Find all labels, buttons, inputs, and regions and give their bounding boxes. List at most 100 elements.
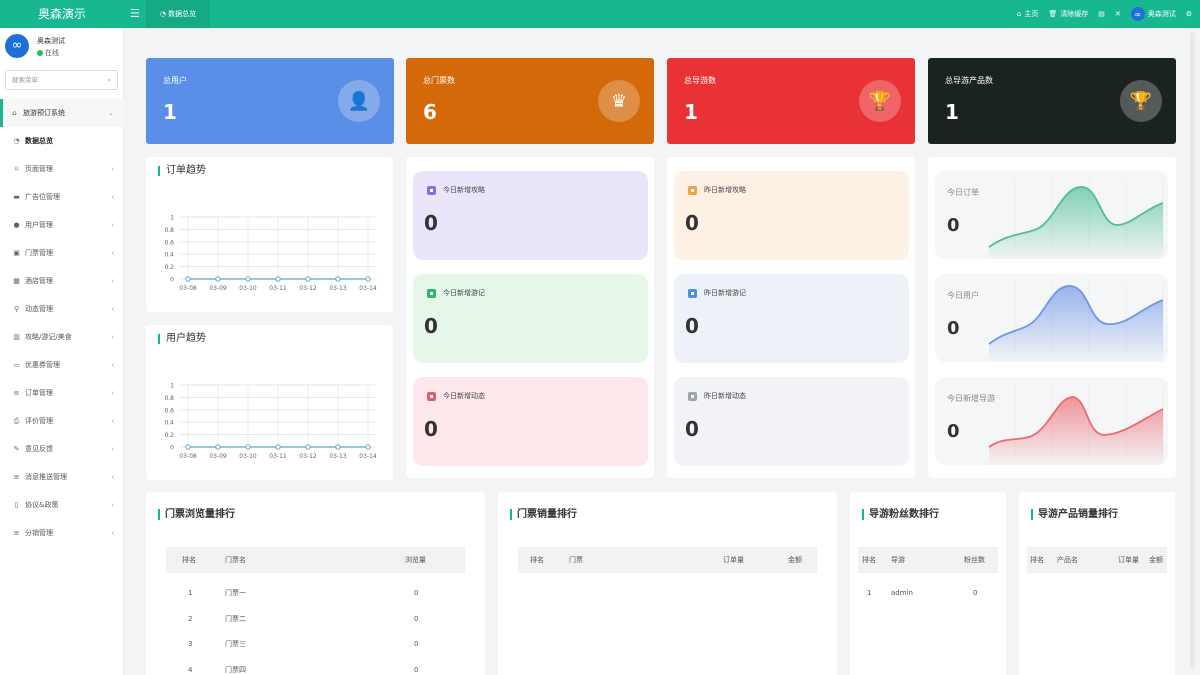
- fullscreen-icon: ✕: [1114, 10, 1121, 18]
- metric-label: 昨日新增攻略: [704, 186, 746, 194]
- metric-title: ▪ 今日新增攻略: [427, 185, 485, 195]
- fullscreen-button[interactable]: ✕: [1115, 10, 1121, 18]
- sidebar-item[interactable]: ≡ 消息推送管理 ‹: [0, 463, 124, 491]
- panel-title: 订单趋势: [158, 166, 206, 176]
- sidebar-item[interactable]: ⎙ 评价管理 ‹: [0, 407, 124, 435]
- sidebar-item-label: 数据总览: [25, 137, 53, 145]
- sidebar-item-label: 攻略/游记/美食: [25, 333, 72, 341]
- header-rank: 排名: [182, 556, 196, 564]
- page-scrollbar[interactable]: [1190, 32, 1195, 668]
- user-icon: ●: [13, 221, 20, 229]
- feather-icon: ✎: [13, 445, 20, 453]
- metric-icon: ▪: [688, 185, 697, 195]
- sidebar-item[interactable]: ▣ 门票管理 ‹: [0, 239, 124, 267]
- data-point: [305, 444, 311, 450]
- table-header: 排名 门票名 浏览量: [166, 547, 465, 573]
- x-tick-label: 03-11: [269, 285, 287, 292]
- sidebar-item[interactable]: ✎ 意见反馈 ‹: [0, 435, 124, 463]
- stat-label: 总导游产品数: [945, 76, 993, 85]
- data-point: [365, 276, 371, 282]
- sidebar-item-label: 意见反馈: [25, 445, 53, 453]
- sidebar-item-label: 评价管理: [25, 417, 53, 425]
- metric-card: ▪ 今日新增攻略 0: [413, 171, 648, 260]
- table-row[interactable]: 4 门票四 0: [166, 657, 465, 675]
- header-rank: 排名: [862, 556, 876, 564]
- online-dot-icon: [37, 50, 43, 56]
- user-status: 在线: [37, 48, 59, 58]
- home-link[interactable]: ⌂ 主页: [1017, 9, 1038, 19]
- table-title: 门票浏览量排行: [158, 509, 235, 520]
- search-input[interactable]: 搜索菜单 ⌕: [5, 70, 118, 90]
- ticket-icon: ▣: [13, 249, 20, 257]
- header-product: 产品名: [1057, 556, 1078, 564]
- stat-label: 总门票数: [423, 76, 455, 85]
- clear-cache-button[interactable]: 🗑 清除缓存: [1048, 9, 1088, 19]
- header-fans: 粉丝数: [964, 556, 985, 564]
- metric-label: 昨日新增动态: [704, 392, 746, 400]
- user-trend-panel: 用户趋势 0 0.2 0.4 0.6 0.8 1 03-08 03-09 03-10 03-11 0…: [146, 325, 393, 480]
- sidebar-item[interactable]: ▭ 优惠券管理 ‹: [0, 351, 124, 379]
- sidebar-item-label: 优惠券管理: [25, 361, 60, 369]
- header-views: 浏览量: [405, 556, 426, 564]
- sidebar-nav: ⌂ 旅游预订系统 ⌄ ◔ 数据总览 ⌑ 页面管理 ‹ ▬ 广告位管理 ‹ ● 用户管理 ‹ ▣ 门票管理…: [0, 99, 124, 547]
- tab-dashboard[interactable]: ◔ 数据总览: [146, 0, 210, 28]
- cell-rank: 1: [867, 589, 872, 597]
- sparkline-chart: [988, 179, 1164, 259]
- table-row[interactable]: 3 门票三 0: [166, 631, 465, 657]
- sidebar-item[interactable]: ▥ 攻略/游记/美食 ‹: [0, 323, 124, 351]
- brand-logo[interactable]: 奥森演示: [0, 0, 124, 28]
- metric-icon: ▪: [688, 391, 697, 401]
- user-icon: 👤: [338, 80, 380, 122]
- cell-ticket-name: 门票四: [225, 665, 246, 674]
- chevron-left-icon: ‹: [111, 361, 114, 369]
- user-panel: ∞ 奥森测试 在线: [5, 34, 120, 60]
- sidebar-item[interactable]: ≡ 订单管理 ‹: [0, 379, 124, 407]
- table-row[interactable]: 2 门票二 0: [166, 606, 465, 632]
- metric-label: 昨日新增游记: [704, 289, 746, 297]
- data-point: [275, 444, 281, 450]
- crown-icon: ♛: [598, 80, 640, 122]
- settings-button[interactable]: ⚙: [1186, 10, 1192, 18]
- sidebar-item[interactable]: ⌑ 页面管理 ‹: [0, 155, 124, 183]
- sidebar-item[interactable]: ◔ 数据总览: [0, 127, 124, 155]
- metric-icon: ▪: [688, 288, 697, 298]
- x-tick-label: 03-12: [299, 453, 317, 460]
- chevron-left-icon: ‹: [111, 249, 114, 257]
- metric-title: ▪ 昨日新增动态: [688, 391, 746, 401]
- stat-value: 1: [684, 100, 698, 124]
- cell-rank: 2: [188, 614, 193, 623]
- sparkline-card: 今日订单 0: [935, 171, 1168, 259]
- stat-card: 总门票数 6 ♛: [406, 58, 654, 144]
- cell-rank: 1: [188, 589, 193, 597]
- building-icon: ▦: [13, 277, 20, 285]
- x-tick-label: 03-09: [209, 453, 227, 460]
- x-tick-label: 03-13: [329, 285, 347, 292]
- chevron-left-icon: ‹: [111, 165, 114, 173]
- metric-icon: ▪: [427, 185, 436, 195]
- sidebar-item[interactable]: ▦ 酒店管理 ‹: [0, 267, 124, 295]
- user-menu[interactable]: ∞ 奥森测试: [1130, 7, 1176, 21]
- sparkline-chart: [988, 385, 1164, 465]
- cell-rank: 3: [188, 640, 193, 649]
- data-point: [335, 276, 341, 282]
- sidebar-item[interactable]: ≡ 分销管理 ‹: [0, 519, 124, 547]
- metric-icon: ▪: [427, 391, 436, 401]
- table-row[interactable]: 1 admin 0: [858, 580, 998, 606]
- sidebar-item[interactable]: ● 用户管理 ‹: [0, 211, 124, 239]
- sidebar-item[interactable]: ▯ 协议&政策 ‹: [0, 491, 124, 519]
- sidebar-item-label: 动态管理: [25, 305, 53, 313]
- sidebar-item[interactable]: ▬ 广告位管理 ‹: [0, 183, 124, 211]
- x-tick-label: 03-10: [239, 285, 257, 292]
- file-icon: ▯: [14, 501, 19, 509]
- search-icon[interactable]: ⌕: [107, 71, 111, 89]
- header-orders: 订单量: [723, 556, 744, 564]
- user-avatar: ∞: [5, 34, 29, 58]
- translate-button[interactable]: ▤: [1098, 10, 1105, 18]
- table-header: 排名 产品名 订单量 金额: [1027, 547, 1167, 573]
- metric-value: 0: [685, 314, 699, 338]
- sidebar-group-travel[interactable]: ⌂ 旅游预订系统 ⌄: [0, 99, 124, 127]
- sidebar-item[interactable]: ⚲ 动态管理 ‹: [0, 295, 124, 323]
- table-row[interactable]: 1 门票一 0: [166, 580, 465, 606]
- menu-toggle-icon[interactable]: ☰: [130, 8, 140, 19]
- x-tick-label: 03-14: [359, 453, 377, 460]
